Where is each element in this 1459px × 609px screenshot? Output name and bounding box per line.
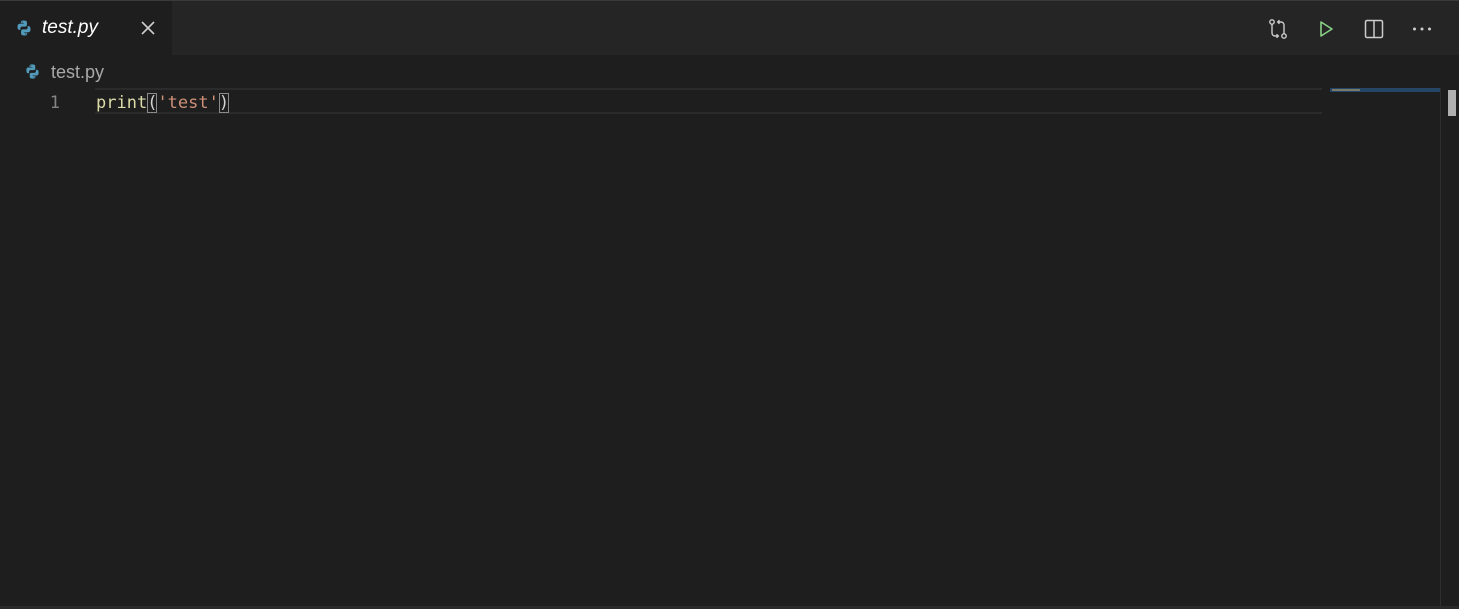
python-icon bbox=[17, 20, 31, 36]
git-compare-icon bbox=[1269, 19, 1287, 39]
token-open-paren: ( bbox=[147, 93, 158, 113]
tab-bar: test.py bbox=[0, 1, 1459, 55]
current-line-highlight bbox=[95, 88, 1322, 114]
scrollbar-thumb[interactable] bbox=[1448, 90, 1456, 116]
token-close-paren: ) bbox=[218, 93, 230, 113]
minimap-code-preview bbox=[1332, 89, 1360, 91]
breadcrumb-file[interactable]: test.py bbox=[51, 61, 104, 83]
close-icon[interactable] bbox=[139, 19, 157, 37]
split-editor-icon bbox=[1364, 19, 1384, 39]
run-python-file-button[interactable] bbox=[1313, 16, 1339, 42]
ellipsis-icon bbox=[1413, 27, 1431, 31]
vertical-scrollbar[interactable] bbox=[1440, 88, 1459, 607]
editor-window: test.py test.py 1 print('test') bbox=[0, 0, 1459, 609]
code-editor[interactable]: 1 print('test') bbox=[0, 88, 1440, 607]
split-editor-button[interactable] bbox=[1361, 16, 1387, 42]
play-icon bbox=[1320, 21, 1333, 37]
line-number: 1 bbox=[49, 93, 60, 113]
open-changes-button[interactable] bbox=[1265, 16, 1291, 42]
token-function: print bbox=[96, 93, 148, 113]
tab-label: test.py bbox=[42, 17, 98, 38]
tab-test-py[interactable]: test.py bbox=[0, 1, 172, 55]
breadcrumb: test.py bbox=[0, 56, 1459, 88]
python-icon bbox=[26, 64, 39, 79]
minimap[interactable] bbox=[1330, 88, 1440, 607]
code-line[interactable]: print('test') bbox=[96, 91, 230, 115]
more-actions-button[interactable] bbox=[1409, 16, 1435, 42]
token-string: 'test' bbox=[157, 93, 219, 113]
